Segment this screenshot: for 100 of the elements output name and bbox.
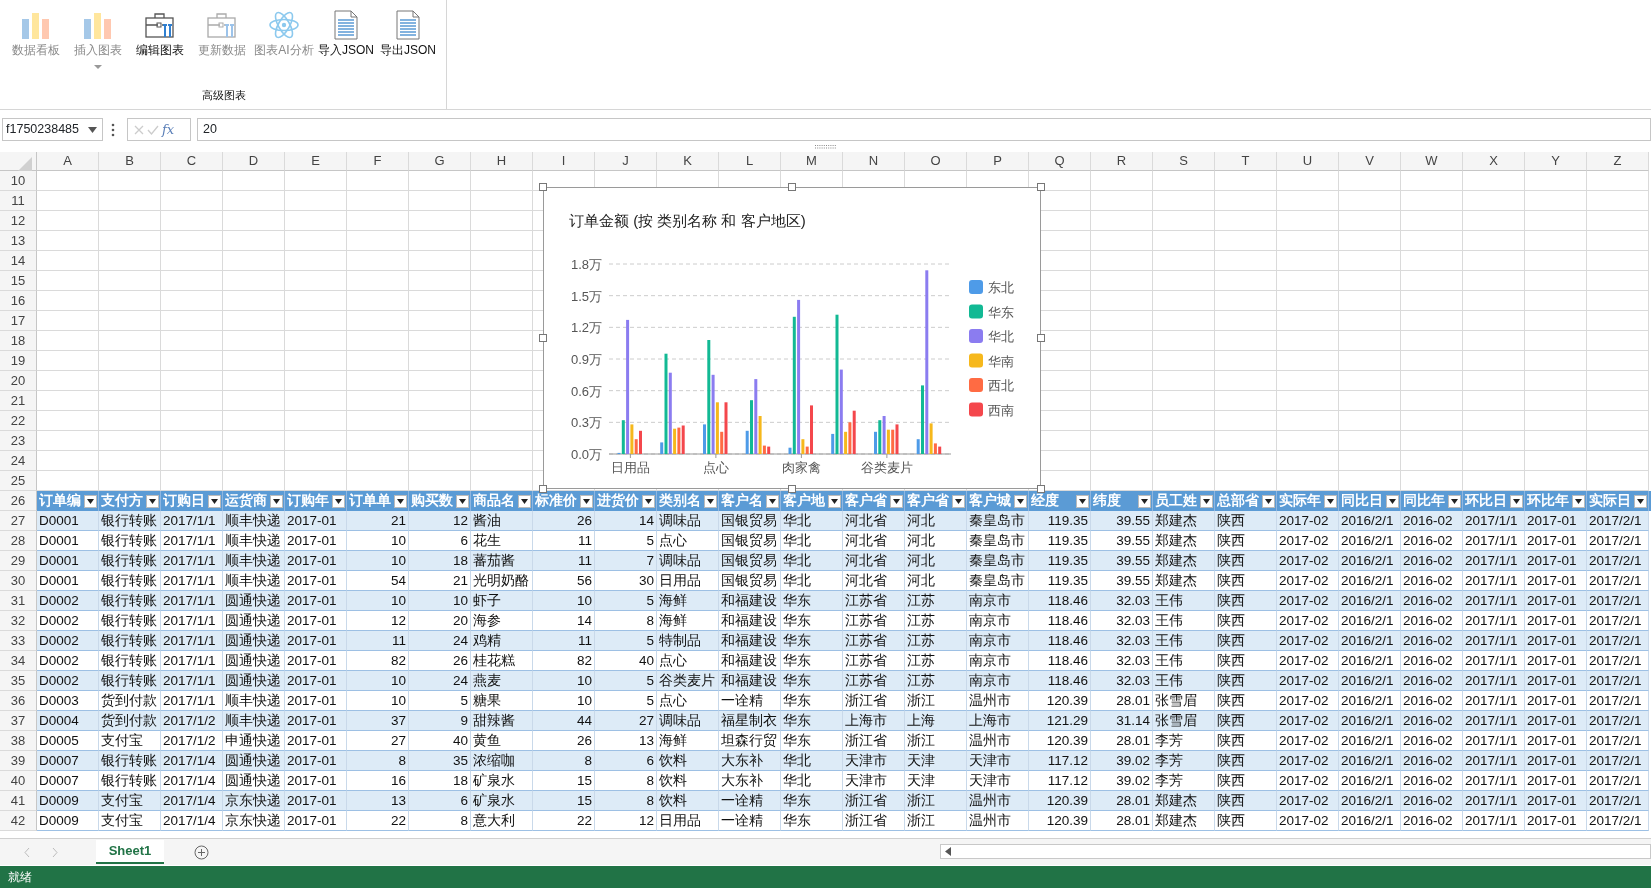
filter-button[interactable] bbox=[766, 494, 779, 508]
row-header[interactable]: 39 bbox=[0, 751, 37, 771]
filter-button[interactable] bbox=[146, 494, 159, 508]
scroll-left-icon[interactable] bbox=[945, 847, 951, 856]
column-header[interactable]: I bbox=[533, 152, 595, 171]
column-header[interactable]: Z bbox=[1587, 152, 1649, 171]
row-header[interactable]: 14 bbox=[0, 251, 37, 271]
row-header[interactable]: 10 bbox=[0, 171, 37, 191]
column-header[interactable]: H bbox=[471, 152, 533, 171]
row-header[interactable]: 34 bbox=[0, 651, 37, 671]
resize-handle[interactable] bbox=[788, 183, 796, 191]
filter-button[interactable] bbox=[952, 494, 965, 508]
row-header[interactable]: 11 bbox=[0, 191, 37, 211]
filter-button[interactable] bbox=[580, 494, 593, 508]
column-header[interactable]: F bbox=[347, 152, 409, 171]
row-header[interactable]: 28 bbox=[0, 531, 37, 551]
name-box[interactable]: f1750238485 bbox=[2, 118, 103, 141]
column-header[interactable]: A bbox=[37, 152, 99, 171]
column-header[interactable]: G bbox=[409, 152, 471, 171]
filter-button[interactable] bbox=[270, 494, 283, 508]
row-header[interactable]: 40 bbox=[0, 771, 37, 791]
filter-button[interactable] bbox=[1572, 494, 1585, 508]
column-header[interactable]: N bbox=[843, 152, 905, 171]
column-header[interactable]: R bbox=[1091, 152, 1153, 171]
filter-button[interactable] bbox=[890, 494, 903, 508]
row-header[interactable]: 22 bbox=[0, 411, 37, 431]
row-header[interactable]: 18 bbox=[0, 331, 37, 351]
column-header[interactable]: C bbox=[161, 152, 223, 171]
filter-button[interactable] bbox=[394, 494, 407, 508]
row-header[interactable]: 25 bbox=[0, 471, 37, 491]
column-header[interactable]: B bbox=[99, 152, 161, 171]
column-header[interactable]: O bbox=[905, 152, 967, 171]
filter-button[interactable] bbox=[1262, 494, 1275, 508]
row-header[interactable]: 24 bbox=[0, 451, 37, 471]
filter-button[interactable] bbox=[828, 494, 841, 508]
filter-button[interactable] bbox=[456, 494, 469, 508]
column-header[interactable]: T bbox=[1215, 152, 1277, 171]
filter-button[interactable] bbox=[1076, 494, 1089, 508]
column-header[interactable]: W bbox=[1401, 152, 1463, 171]
filter-button[interactable] bbox=[1634, 494, 1647, 508]
filter-button[interactable] bbox=[1448, 494, 1461, 508]
column-header[interactable]: V bbox=[1339, 152, 1401, 171]
row-header[interactable]: 32 bbox=[0, 611, 37, 631]
horizontal-scrollbar[interactable] bbox=[940, 844, 1651, 859]
filter-button[interactable] bbox=[642, 494, 655, 508]
resize-handle[interactable] bbox=[539, 334, 547, 342]
sheet-tab[interactable]: Sheet1 bbox=[96, 840, 164, 864]
resize-handle[interactable] bbox=[539, 183, 547, 191]
filter-button[interactable] bbox=[518, 494, 531, 508]
row-header[interactable]: 27 bbox=[0, 511, 37, 531]
filter-button[interactable] bbox=[1324, 494, 1337, 508]
row-header[interactable]: 29 bbox=[0, 551, 37, 571]
formula-field[interactable]: 20 bbox=[197, 118, 1651, 141]
column-header[interactable]: L bbox=[719, 152, 781, 171]
filter-button[interactable] bbox=[1138, 494, 1151, 508]
column-header[interactable]: Y bbox=[1525, 152, 1587, 171]
filter-button[interactable] bbox=[1510, 494, 1523, 508]
splitter-handle[interactable] bbox=[814, 145, 837, 149]
row-header[interactable]: 16 bbox=[0, 291, 37, 311]
row-header[interactable]: 35 bbox=[0, 671, 37, 691]
row-header[interactable]: 12 bbox=[0, 211, 37, 231]
row-header[interactable]: 13 bbox=[0, 231, 37, 251]
column-header[interactable]: D bbox=[223, 152, 285, 171]
resize-handle[interactable] bbox=[1037, 183, 1045, 191]
ribbon-button[interactable]: 编辑图表 bbox=[130, 4, 190, 87]
row-header[interactable]: 37 bbox=[0, 711, 37, 731]
filter-button[interactable] bbox=[704, 494, 717, 508]
row-header[interactable]: 42 bbox=[0, 811, 37, 831]
row-header[interactable]: 30 bbox=[0, 571, 37, 591]
more-icon[interactable] bbox=[111, 122, 115, 137]
filter-button[interactable] bbox=[1200, 494, 1213, 508]
row-header[interactable]: 38 bbox=[0, 731, 37, 751]
filter-button[interactable] bbox=[84, 494, 97, 508]
row-header[interactable]: 33 bbox=[0, 631, 37, 651]
ribbon-button[interactable]: 导出JSON bbox=[378, 4, 438, 87]
resize-handle[interactable] bbox=[539, 485, 547, 493]
ribbon-button[interactable]: 导入JSON bbox=[316, 4, 376, 87]
row-header[interactable]: 41 bbox=[0, 791, 37, 811]
filter-button[interactable] bbox=[1014, 494, 1027, 508]
filter-button[interactable] bbox=[1386, 494, 1399, 508]
filter-button[interactable] bbox=[208, 494, 221, 508]
column-header[interactable]: E bbox=[285, 152, 347, 171]
column-header[interactable]: Q bbox=[1029, 152, 1091, 171]
row-header[interactable]: 20 bbox=[0, 371, 37, 391]
row-header[interactable]: 31 bbox=[0, 591, 37, 611]
resize-handle[interactable] bbox=[788, 485, 796, 493]
row-header[interactable]: 19 bbox=[0, 351, 37, 371]
column-header[interactable]: S bbox=[1153, 152, 1215, 171]
filter-button[interactable] bbox=[332, 494, 345, 508]
row-header[interactable]: 15 bbox=[0, 271, 37, 291]
row-header[interactable]: 36 bbox=[0, 691, 37, 711]
column-header[interactable]: J bbox=[595, 152, 657, 171]
column-header[interactable]: K bbox=[657, 152, 719, 171]
column-header[interactable]: U bbox=[1277, 152, 1339, 171]
row-header[interactable]: 23 bbox=[0, 431, 37, 451]
column-header[interactable]: M bbox=[781, 152, 843, 171]
row-header[interactable]: 17 bbox=[0, 311, 37, 331]
column-header[interactable]: X bbox=[1463, 152, 1525, 171]
resize-handle[interactable] bbox=[1037, 334, 1045, 342]
insert-function-button[interactable]: fx bbox=[162, 119, 175, 140]
